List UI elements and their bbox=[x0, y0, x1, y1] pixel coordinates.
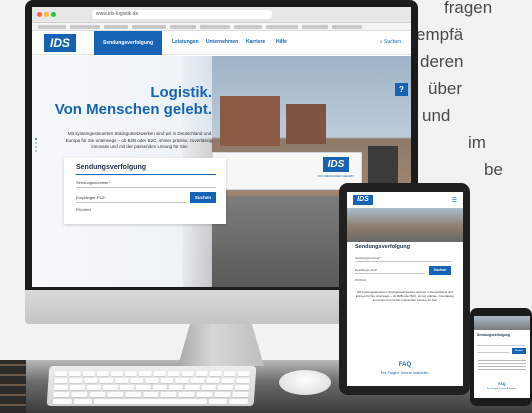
bookmarks-bar bbox=[32, 23, 411, 31]
pager-dot[interactable] bbox=[35, 138, 37, 140]
phone-screen: Sendungsverfolgung Suchen FAQ Ihre Frage… bbox=[474, 316, 530, 398]
tablet-zip-field[interactable]: Empfänger-PLZ* bbox=[355, 266, 425, 274]
tablet-faq-subtitle: Ihre Fragen. Unsere Antworten. bbox=[380, 371, 430, 375]
tablet-hero-copy: Mit systemgesteuerten Stückgutnetzwerken… bbox=[355, 290, 455, 303]
tablet-screen: IDS ☰ Sendungsverfolgung Sendungsnummer*… bbox=[347, 192, 463, 386]
truck-slogan: VON MENSCHEN GELEBT bbox=[317, 174, 355, 178]
phone-input-field[interactable] bbox=[477, 349, 509, 353]
nav-leistungen[interactable]: Leistungen bbox=[172, 39, 199, 45]
ids-logo[interactable]: IDS bbox=[44, 34, 76, 52]
keyboard bbox=[46, 366, 257, 406]
bookmark-item[interactable] bbox=[332, 25, 362, 29]
truck-ids-logo: IDS bbox=[323, 157, 349, 172]
background-marketing-text: fragen empfä deren über und im be bbox=[408, 0, 528, 183]
bookmark-item[interactable] bbox=[38, 25, 66, 29]
truck-trailer: IDS VON MENSCHEN GELEBT bbox=[212, 152, 362, 190]
shipment-number-field[interactable]: Sendungsnummer* bbox=[76, 178, 216, 188]
background-text-line: im bbox=[468, 133, 486, 152]
background-text-line: deren bbox=[420, 52, 464, 71]
background-text-line: und bbox=[422, 106, 451, 125]
bookmark-item[interactable] bbox=[302, 25, 328, 29]
bookmark-item[interactable] bbox=[70, 25, 100, 29]
phone-faq-subtitle: Ihre Fragen. Unsere Antworten. bbox=[486, 388, 518, 390]
tracking-form: Sendungsverfolgung Sendungsnummer* Empfä… bbox=[64, 158, 226, 224]
tablet-ids-logo[interactable]: IDS bbox=[353, 195, 373, 205]
nav-unternehmen[interactable]: Unternehmen bbox=[206, 39, 238, 45]
tablet-menu-icon[interactable]: ☰ bbox=[452, 197, 457, 204]
tablet-search-button[interactable]: Suchen bbox=[429, 266, 451, 275]
address-bar[interactable]: www.ids-logistik.de bbox=[92, 10, 272, 19]
browser-toolbar: www.ids-logistik.de bbox=[32, 7, 411, 23]
nav-hilfe[interactable]: Hilfe bbox=[276, 39, 287, 45]
search-link[interactable]: ⌕ Suchen bbox=[380, 39, 401, 45]
tablet-tracking-title: Sendungsverfolgung bbox=[355, 244, 410, 250]
tracking-title: Sendungsverfolgung bbox=[76, 164, 146, 171]
background-text-line: über bbox=[428, 79, 463, 98]
minimize-window-button[interactable] bbox=[44, 12, 49, 17]
tracking-search-button[interactable]: Suchen bbox=[190, 192, 216, 203]
help-button[interactable]: ? bbox=[395, 83, 408, 96]
search-icon: ⌕ bbox=[379, 39, 383, 45]
mouse bbox=[279, 370, 331, 395]
bookmark-item[interactable] bbox=[170, 25, 196, 29]
phone-faq-title: FAQ bbox=[498, 382, 506, 386]
maximize-window-button[interactable] bbox=[51, 12, 56, 17]
site-navigation: IDS Sendungsverfolgung Leistungen Untern… bbox=[32, 31, 411, 55]
warehouse-building bbox=[220, 96, 280, 146]
hero-copy: Mit systemgesteuerten Stückgutnetzwerken… bbox=[65, 131, 214, 149]
bookmark-item[interactable] bbox=[132, 25, 166, 29]
hero-title-line2: Von Menschen gelebt. bbox=[54, 101, 212, 118]
bookmark-item[interactable] bbox=[200, 25, 230, 29]
background-text-line: be bbox=[484, 160, 503, 179]
books-stack bbox=[0, 360, 26, 413]
phone-input-field[interactable] bbox=[477, 342, 525, 346]
phone-hero-image bbox=[474, 316, 530, 330]
tablet-hero-image bbox=[347, 208, 463, 242]
background-text-line: empfä bbox=[416, 25, 464, 44]
nav-karriere[interactable]: Karriere bbox=[246, 39, 265, 45]
warehouse-building bbox=[286, 104, 326, 144]
bookmark-item[interactable] bbox=[234, 25, 262, 29]
hero-title-line1: Logistik. bbox=[150, 84, 212, 101]
phone-hero-copy bbox=[478, 360, 526, 370]
required-note: Pflichtfeld bbox=[76, 208, 92, 212]
tablet-required-note: Pflichtfeld bbox=[355, 279, 366, 282]
pager-dot[interactable] bbox=[35, 146, 37, 148]
phone-search-button[interactable]: Suchen bbox=[512, 348, 526, 354]
imac-stand bbox=[178, 324, 264, 366]
phone-tracking-title: Sendungsverfolgung bbox=[477, 333, 510, 337]
tablet-faq-title: FAQ bbox=[398, 362, 412, 368]
hero-title: Logistik. Von Menschen gelebt. bbox=[52, 84, 212, 118]
recipient-zip-field[interactable]: Empfänger-PLZ* bbox=[76, 193, 186, 203]
tracking-title-underline bbox=[76, 174, 216, 175]
nav-sendungsverfolgung[interactable]: Sendungsverfolgung bbox=[94, 31, 162, 55]
search-label: Suchen bbox=[384, 39, 401, 45]
pager-dot[interactable] bbox=[35, 142, 37, 144]
bookmark-item[interactable] bbox=[266, 25, 298, 29]
tablet-shipment-field[interactable]: Sendungsnummer* bbox=[355, 254, 451, 262]
bookmark-item[interactable] bbox=[104, 25, 128, 29]
pager-dot[interactable] bbox=[35, 150, 37, 152]
background-text-line: fragen bbox=[444, 0, 493, 17]
close-window-button[interactable] bbox=[37, 12, 42, 17]
